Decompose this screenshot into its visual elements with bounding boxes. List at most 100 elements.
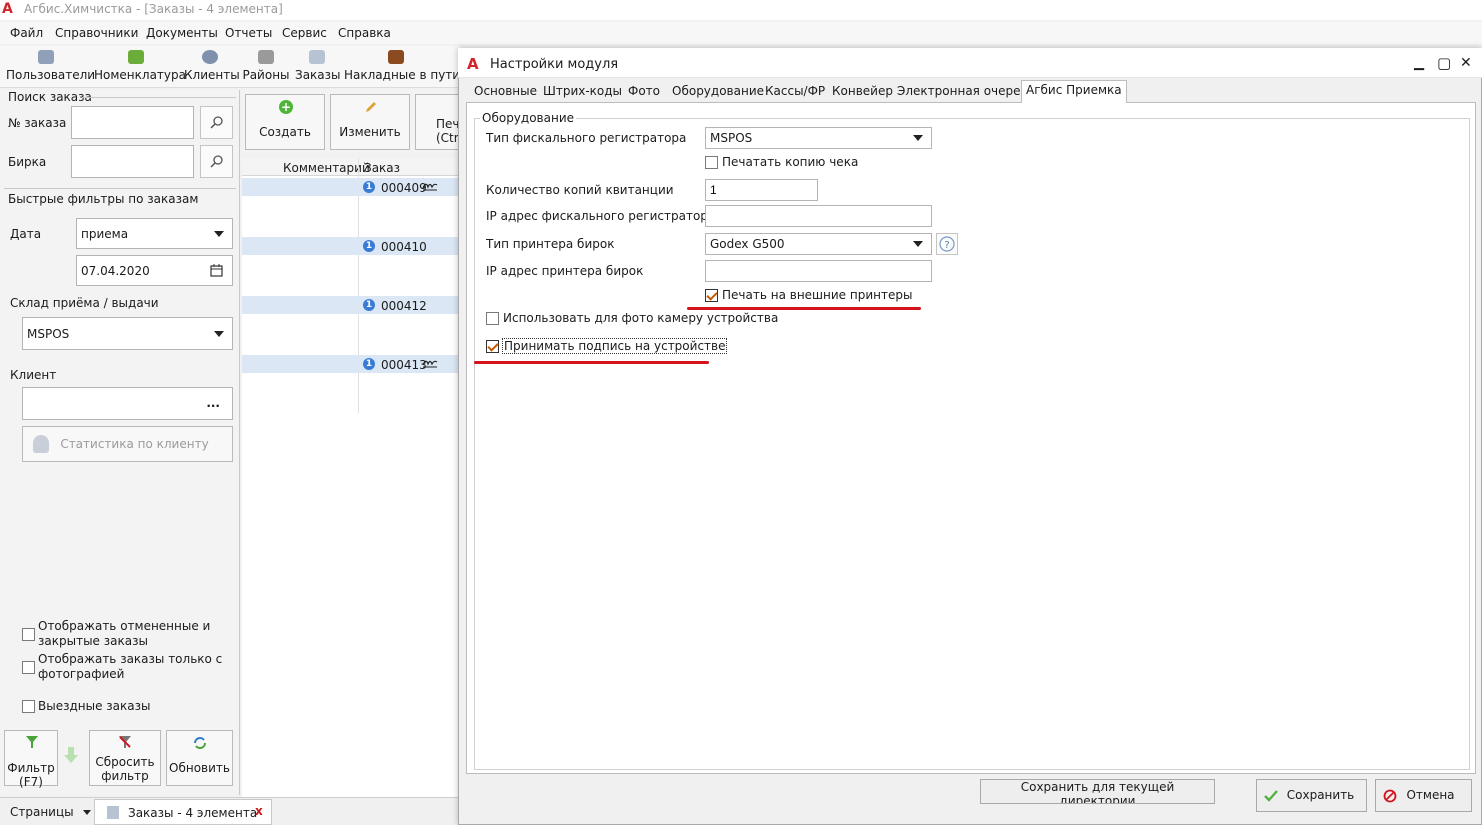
tag-printer-ip-input[interactable]: [705, 260, 932, 282]
client-more-button[interactable]: ...: [206, 396, 220, 410]
column-comment[interactable]: Комментарий: [283, 161, 370, 175]
pencil-icon: [366, 102, 376, 112]
calendar-icon: [210, 264, 223, 277]
tab-agbis-reception[interactable]: Агбис Приемка: [1021, 80, 1127, 103]
date-type-select[interactable]: приема: [76, 218, 233, 249]
help-button[interactable]: ?: [936, 233, 958, 255]
table-row[interactable]: [242, 296, 460, 314]
menu-reports[interactable]: Отчеты: [225, 26, 272, 40]
show-with-photo-checkbox[interactable]: [22, 661, 35, 674]
highlight-underline: [687, 307, 921, 310]
chevron-down-icon: [913, 135, 923, 141]
reset-filter-icon: [119, 736, 131, 748]
tab-barcodes[interactable]: Штрих-коды: [539, 82, 626, 102]
tag-input[interactable]: [71, 145, 194, 178]
refresh-button[interactable]: Обновить: [166, 730, 233, 786]
client-input[interactable]: ...: [22, 387, 233, 420]
nomenclature-icon: [128, 50, 144, 64]
save-button[interactable]: Сохранить: [1256, 779, 1367, 812]
client-icon: [202, 50, 218, 64]
filter-button[interactable]: Фильтр (F7): [4, 730, 58, 789]
field-orders-checkbox[interactable]: [22, 700, 35, 713]
waybills-button[interactable]: Накладные в пути: [344, 50, 460, 84]
table-row[interactable]: [242, 237, 460, 255]
tab-electronic-queue[interactable]: Электронная очередь: [893, 82, 1040, 102]
edit-button[interactable]: Изменить: [330, 94, 410, 150]
print-button[interactable]: Печ (Ctrl: [415, 94, 460, 150]
external-print-checkbox[interactable]: [705, 289, 718, 302]
device-camera-checkbox[interactable]: [486, 312, 499, 325]
menu-bar: [0, 22, 1482, 44]
date-picker[interactable]: 07.04.2020: [76, 255, 233, 286]
info-icon: 1: [363, 299, 375, 311]
print-copy-label: Печатать копию чека: [722, 155, 859, 169]
tab-cash-registers[interactable]: Кассы/ФР: [761, 82, 829, 102]
fiscal-type-select[interactable]: MSPOS: [705, 127, 932, 149]
copies-input[interactable]: [705, 179, 818, 201]
info-icon: 1: [363, 240, 375, 252]
signature-icon: [422, 360, 438, 368]
close-dialog-button[interactable]: ✕: [1460, 55, 1472, 71]
menu-service[interactable]: Сервис: [282, 26, 327, 40]
menu-documents[interactable]: Документы: [146, 26, 218, 40]
cancel-button[interactable]: Отмена: [1375, 779, 1472, 812]
accept-signature-checkbox[interactable]: [486, 340, 499, 353]
search-tag-button[interactable]: [200, 145, 233, 178]
equipment-group-title: Оборудование: [480, 111, 576, 125]
fiscal-ip-input[interactable]: [705, 205, 932, 227]
users-button[interactable]: Пользователи: [6, 50, 95, 84]
warehouse-select[interactable]: MSPOS: [22, 317, 233, 350]
group-divider: [4, 188, 236, 189]
pages-dropdown[interactable]: Страницы: [10, 805, 92, 819]
order-number-input[interactable]: [71, 106, 194, 139]
accept-signature-label: Принимать подпись на устройстве: [502, 338, 728, 354]
show-cancelled-checkbox[interactable]: [22, 628, 35, 641]
districts-button[interactable]: Районы: [242, 50, 290, 84]
copies-label: Количество копий квитанции: [486, 183, 674, 197]
menu-file[interactable]: Файл: [10, 26, 43, 40]
device-camera-label: Использовать для фото камеру устройства: [503, 311, 779, 325]
nomenclature-button[interactable]: Номенклатура: [94, 50, 186, 84]
close-tab-button[interactable]: x: [255, 804, 263, 818]
reset-filter-button[interactable]: Сбросить фильтр: [89, 730, 161, 786]
arrow-down-icon: [62, 745, 80, 765]
svg-text:?: ?: [944, 240, 949, 251]
users-icon: [38, 50, 54, 64]
orders-button[interactable]: Заказы: [295, 50, 341, 84]
tag-label: Бирка: [8, 155, 47, 169]
minimize-button[interactable]: ▁: [1414, 56, 1424, 71]
menu-references[interactable]: Справочники: [55, 26, 138, 40]
menu-help[interactable]: Справка: [338, 26, 391, 40]
orders-icon: [309, 50, 325, 64]
funnel-icon: [26, 736, 38, 748]
document-tab[interactable]: Заказы - 4 элемента x: [94, 799, 272, 825]
chevron-down-icon: [83, 810, 92, 815]
column-order[interactable]: Заказ: [364, 161, 400, 175]
order-number-cell: 000413: [381, 358, 427, 372]
external-print-label: Печать на внешние принтеры: [722, 288, 913, 302]
cancel-icon: [1383, 789, 1397, 803]
tab-conveyor[interactable]: Конвейер: [828, 82, 897, 102]
save-for-directory-button[interactable]: Сохранить для текущей директории: [980, 779, 1215, 804]
client-label: Клиент: [10, 368, 57, 382]
clients-button[interactable]: Клиенты: [184, 50, 240, 84]
info-icon: 1: [363, 358, 375, 370]
search-icon: [210, 155, 223, 168]
fiscal-ip-label: IP адрес фискального регистратора: [486, 209, 716, 223]
date-label: Дата: [10, 227, 42, 241]
tab-photo[interactable]: Фото: [624, 82, 664, 102]
info-icon: 1: [363, 181, 375, 193]
tab-equipment[interactable]: Оборудование: [668, 82, 768, 102]
maximize-button[interactable]: ▢: [1437, 54, 1451, 72]
tab-general[interactable]: Основные: [470, 82, 541, 102]
order-number-cell: 000410: [381, 240, 427, 254]
tag-printer-type-select[interactable]: Godex G500: [705, 233, 932, 255]
client-stats-button[interactable]: Статистика по клиенту: [22, 426, 233, 462]
create-button[interactable]: + Создать: [245, 94, 325, 150]
checkmark-icon: [1264, 790, 1278, 802]
print-copy-checkbox[interactable]: [705, 156, 718, 169]
quick-filters-title: Быстрые фильтры по заказам: [8, 192, 199, 206]
search-order-button[interactable]: [200, 106, 233, 139]
column-divider: [358, 158, 359, 413]
app-logo-icon: A: [2, 1, 13, 17]
